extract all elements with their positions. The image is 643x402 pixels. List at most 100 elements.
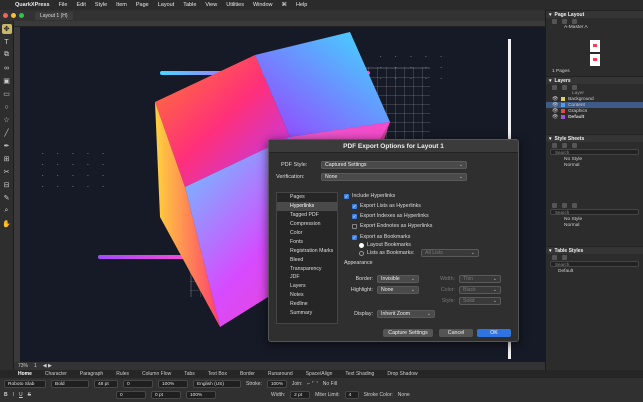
nav-layers[interactable]: Layers <box>277 282 337 291</box>
horizontal-scale-field[interactable]: 100% <box>158 380 188 388</box>
eye-icon[interactable]: 👁 <box>552 97 558 102</box>
page-thumbnail[interactable] <box>589 40 600 52</box>
tab-rules[interactable]: Rules <box>116 371 129 377</box>
edit-layer-icon[interactable] <box>562 84 567 90</box>
export-endnotes-checkbox[interactable]: Export Endnotes as Hyperlinks <box>352 223 432 229</box>
delete-char-style-icon[interactable] <box>572 202 577 208</box>
link-color-select[interactable]: Black ⌄ <box>459 286 501 294</box>
grid-tool-icon[interactable]: ⊟ <box>2 180 12 190</box>
miter-limit-field[interactable]: 4 <box>344 391 359 399</box>
new-page-icon[interactable] <box>552 18 557 24</box>
new-style-icon[interactable] <box>552 142 557 148</box>
image-tool-icon[interactable]: ▣ <box>2 76 12 86</box>
menu-style[interactable]: Style <box>95 2 107 8</box>
layout-bookmarks-radio[interactable]: Layout Bookmarks <box>359 242 411 248</box>
join-icons[interactable]: ⌐ ⌜ ⌝ <box>307 381 317 387</box>
edit-char-style-icon[interactable] <box>562 202 567 208</box>
include-hyperlinks-checkbox[interactable]: ✓ Include Hyperlinks <box>344 193 395 199</box>
table-styles-header[interactable]: ▾ Table Styles <box>546 246 643 254</box>
nav-pages[interactable]: Pages <box>277 193 337 202</box>
menu-app[interactable]: QuarkXPress <box>15 2 50 8</box>
export-lists-checkbox[interactable]: ✓ Export Lists as Hyperlinks <box>352 203 421 209</box>
page-nav-icon[interactable]: ◀ ▶ <box>43 363 52 369</box>
pdf-style-select[interactable]: Captured Settings ⌄ <box>321 161 467 169</box>
tab-tabs[interactable]: Tabs <box>184 371 195 377</box>
text-content-tool-icon[interactable]: T <box>2 37 12 47</box>
baseline-shift-field[interactable]: 0 pt <box>150 391 181 399</box>
nav-transparency[interactable]: Transparency <box>277 264 337 273</box>
page-layout-header[interactable]: ▾ Page Layout <box>546 10 643 18</box>
nav-notes[interactable]: Notes <box>277 291 337 300</box>
nav-registration-marks[interactable]: Registration Marks <box>277 246 337 255</box>
font-style-field[interactable]: Bold <box>51 380 89 388</box>
eye-icon[interactable]: 👁 <box>552 115 558 120</box>
nav-bleed[interactable]: Bleed <box>277 255 337 264</box>
lists-bookmarks-radio[interactable]: Lists as Bookmarks: <box>359 250 414 256</box>
delete-style-icon[interactable] <box>572 142 577 148</box>
capture-settings-button[interactable]: Capture Settings <box>383 329 433 337</box>
eyedropper-tool-icon[interactable]: ✎ <box>2 193 12 203</box>
no-fill-label[interactable]: No Fill <box>323 381 337 387</box>
vertical-scale-field[interactable]: 100% <box>185 391 216 399</box>
menu-utilities[interactable]: Utilities <box>226 2 244 8</box>
page-field[interactable]: 1 <box>34 363 37 369</box>
nav-hyperlinks[interactable]: Hyperlinks <box>277 201 337 211</box>
verification-select[interactable]: None ⌄ <box>321 173 467 181</box>
display-select[interactable]: Inherit Zoom ⌄ <box>377 310 435 318</box>
menu-table[interactable]: Table <box>183 2 196 8</box>
export-indexes-checkbox[interactable]: ✓ Export Indexes as Hyperlinks <box>352 213 429 219</box>
layers-header[interactable]: ▾ Layers <box>546 76 643 84</box>
linking-tool-icon[interactable]: ∞ <box>2 63 12 73</box>
lists-select[interactable]: All Lists ⌄ <box>421 249 479 257</box>
duplicate-page-icon[interactable] <box>562 18 567 24</box>
character-style-search[interactable]: Search <box>550 209 639 215</box>
tab-runaround[interactable]: Runaround <box>268 371 293 377</box>
eye-icon[interactable]: 👁 <box>552 109 558 114</box>
minimize-window-button[interactable] <box>11 13 16 18</box>
menu-page[interactable]: Page <box>136 2 149 8</box>
underline-icon[interactable]: U <box>19 392 23 398</box>
nav-redline[interactable]: Redline <box>277 300 337 309</box>
master-page-item[interactable]: A-Master A <box>546 24 643 30</box>
table-tool-icon[interactable]: ⊞ <box>2 154 12 164</box>
zoom-field[interactable]: 73% <box>18 363 28 369</box>
new-table-style-icon[interactable] <box>552 254 557 260</box>
picture-content-tool-icon[interactable]: ⧉ <box>2 50 12 60</box>
tab-border[interactable]: Border <box>240 371 255 377</box>
edit-style-icon[interactable] <box>562 142 567 148</box>
menu-file[interactable]: File <box>59 2 68 8</box>
menu-window[interactable]: Window <box>253 2 273 8</box>
menu-help[interactable]: Help <box>296 2 307 8</box>
scripts-icon[interactable]: ⌘ <box>282 2 288 8</box>
pan-tool-icon[interactable]: ✋ <box>2 219 12 229</box>
layer-row[interactable]: 👁 Default <box>546 114 643 120</box>
ellipse-tool-icon[interactable]: ○ <box>2 102 12 112</box>
menu-view[interactable]: View <box>205 2 217 8</box>
cancel-button[interactable]: Cancel <box>439 329 473 337</box>
line-width-field[interactable]: 2 pt <box>290 391 311 399</box>
edit-table-style-icon[interactable] <box>562 254 567 260</box>
font-size-field[interactable]: 48 pt <box>94 380 118 388</box>
nav-fonts[interactable]: Fonts <box>277 237 337 246</box>
item-tool-icon[interactable]: ✥ <box>1 24 12 34</box>
tab-character[interactable]: Character <box>45 371 67 377</box>
nav-tagged-pdf[interactable]: Tagged PDF <box>277 211 337 220</box>
italic-icon[interactable]: I <box>13 392 14 398</box>
rectangle-tool-icon[interactable]: ▭ <box>2 89 12 99</box>
kerning-field[interactable]: 0 <box>115 391 146 399</box>
star-tool-icon[interactable]: ☆ <box>2 115 12 125</box>
paragraph-style-search[interactable]: Search <box>550 149 639 155</box>
nav-color[interactable]: Color <box>277 229 337 238</box>
border-select[interactable]: Invisible ⌄ <box>377 275 419 283</box>
close-window-button[interactable] <box>3 13 8 18</box>
tracking-field[interactable]: 0 <box>123 380 153 388</box>
ok-button[interactable]: OK <box>477 329 511 337</box>
new-layer-icon[interactable] <box>552 84 557 90</box>
font-field[interactable]: Roboto Slab <box>4 380 46 388</box>
table-style-item[interactable]: Default <box>546 268 643 274</box>
tab-paragraph[interactable]: Paragraph <box>80 371 103 377</box>
stroke-color-value[interactable]: None <box>398 392 410 398</box>
menu-edit[interactable]: Edit <box>76 2 85 8</box>
zoom-window-button[interactable] <box>19 13 24 18</box>
language-field[interactable]: English (US) <box>193 380 241 388</box>
